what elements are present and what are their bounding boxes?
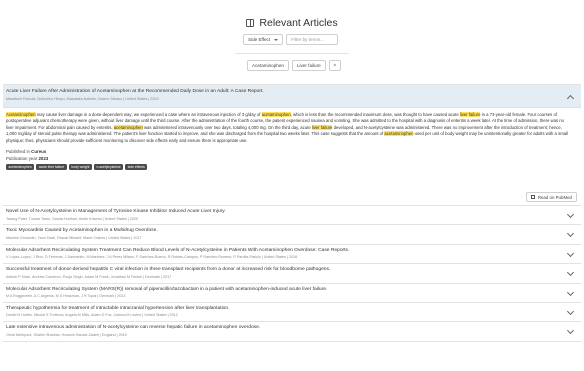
chip-liver-failure[interactable]: Liver failure — [291, 60, 326, 71]
active-filter-chips: Acetaminophen Liver failure × — [247, 60, 341, 71]
article-item-expanded-header[interactable]: Acute Liver Failure After Administration… — [3, 85, 581, 108]
highlighted-term: liver failure — [311, 124, 333, 130]
filter-row: Side Effect Filter by terms... — [243, 34, 339, 45]
article-item[interactable]: Molecular Adsorbent Recirculating System… — [3, 245, 581, 265]
article-item[interactable]: Novel Use of N-Acetylcysteine in Managem… — [3, 206, 581, 226]
page-title: Relevant Articles — [259, 17, 338, 29]
published-in-field: Published in Cureus — [6, 149, 578, 155]
divider — [235, 53, 349, 54]
side-effect-select[interactable]: Side Effect — [243, 34, 284, 45]
page-header: Relevant Articles — [0, 14, 584, 32]
publication-year-label: Publication year — [6, 156, 38, 162]
keyword-tag[interactable]: acetaminophen — [6, 164, 35, 170]
publication-year-field: Publication year 2023 — [6, 156, 578, 162]
published-in-label: Published in — [6, 149, 30, 155]
highlighted-term: acetaminophen — [261, 112, 291, 117]
read-on-pubmed-button[interactable]: Read on PubMed — [525, 192, 577, 202]
abstract-text: may cause liver damage in a dose-depende… — [35, 112, 262, 117]
highlighted-term: liver failure — [459, 112, 481, 117]
collapsed-articles: Novel Use of N-Acetylcysteine in Managem… — [3, 206, 581, 342]
article-meta: V Lopez-Lopez, J Rivs, D Ferreras, J Sar… — [6, 255, 298, 260]
chip-acetaminophen[interactable]: Acetaminophen — [247, 60, 289, 71]
chevron-down-icon — [274, 38, 279, 41]
article-item[interactable]: Toxic Myocarditis Caused by Acetaminophe… — [3, 225, 581, 245]
highlighted-term: acetaminophen — [384, 131, 414, 137]
page-title-wrap: Relevant Articles — [246, 17, 338, 29]
article-item[interactable]: Therapeutic hypothermia for treatment of… — [3, 303, 581, 323]
chip-label: Acetaminophen — [252, 63, 284, 68]
abstract-text: , which is less than the recommended max… — [290, 112, 460, 117]
published-in-value: Cureus — [31, 149, 47, 155]
publication-year-value: 2023 — [38, 156, 49, 162]
article-abstract: Acetaminophen may cause liver damage in … — [6, 112, 571, 144]
abstract-text: was administered intravenously over two … — [142, 124, 312, 130]
article-meta: Tarang Patel, Tushar Tarun, Sanda Hudhar… — [6, 216, 139, 221]
external-link-icon — [530, 195, 535, 199]
article-meta: Maxime Grosselin, Yann Dazil, Pascal Min… — [6, 235, 142, 240]
keyword-tags: acetaminophen acute liver failure body wei… — [6, 164, 578, 170]
keyword-tag[interactable]: acute liver failure — [36, 164, 67, 170]
read-on-pubmed-label: Read on PubMed — [537, 194, 572, 200]
highlighted-term: Acetaminophen — [6, 112, 36, 117]
keyword-tag[interactable]: side effects — [125, 164, 148, 170]
keyword-tag[interactable]: body weight — [68, 164, 92, 170]
book-icon — [246, 19, 255, 27]
article-meta: Daniel N Hobbs, Nikolai S Trofimov, Ange… — [6, 313, 178, 318]
article-meta: M A Roggeveen, A C Argenta, M S Heasman,… — [6, 294, 126, 299]
article-meta: Omid Mehrpour, Shahin Shadnia, Hossein S… — [6, 332, 127, 337]
article-meta: Masafumi Fukuda, Nobuhiko Hirayu, Masata… — [6, 96, 159, 101]
article-details: Acetaminophen may cause liver damage in … — [3, 108, 581, 206]
chip-label: Liver failure — [296, 63, 321, 68]
article-item[interactable]: Late extensive intravenous administratio… — [3, 322, 581, 342]
clear-filters-close-icon[interactable]: × — [328, 60, 341, 71]
filter-terms-placeholder: Filter by terms... — [291, 37, 325, 42]
side-effect-select-label: Side Effect — [248, 37, 271, 42]
highlighted-term: acetaminophen — [113, 124, 143, 130]
article-meta: Ashish P Shah, Andrew Cameron, Pooja Sin… — [6, 274, 172, 279]
keyword-tag[interactable]: n-acetylcysteine — [93, 164, 124, 170]
article-item[interactable]: Successful treatment of donor-derived he… — [3, 264, 581, 284]
article-list: Acute Liver Failure After Administration… — [3, 84, 581, 342]
filter-terms-input[interactable]: Filter by terms... — [286, 34, 339, 45]
article-item[interactable]: Molecular Adsorbent Recirculating System… — [3, 284, 581, 303]
